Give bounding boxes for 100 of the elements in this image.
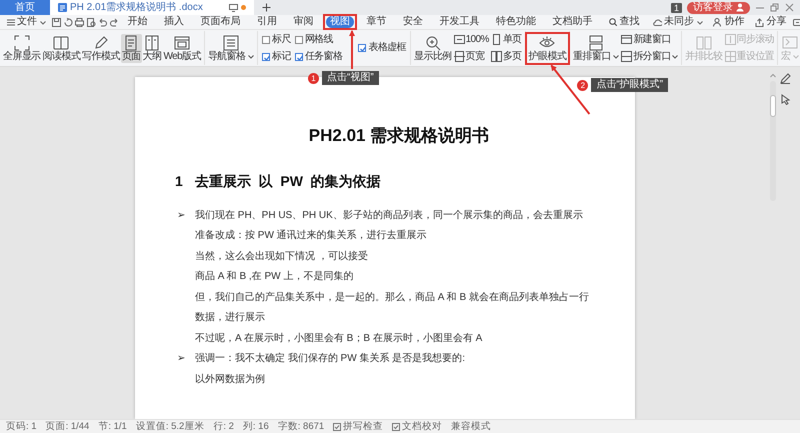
- ribbon-button[interactable]: 导航窗格: [206, 34, 255, 62]
- caret-icon: [793, 54, 800, 58]
- checkbox[interactable]: [262, 36, 270, 44]
- paragraph-text: 不过呢，A 在展示时，小图里会有 B；B 在展示时，小图里会有 A: [195, 332, 482, 346]
- menu-icon: [6, 18, 14, 26]
- ribbon-button[interactable]: 单页: [490, 34, 523, 46]
- outline-icon: [144, 34, 160, 50]
- ribbon-button[interactable]: 拆分窗口: [620, 50, 679, 62]
- checkbox[interactable]: [294, 36, 303, 44]
- paragraph-text: 我们现在 PH、PH US、PH UK、影子站的商品列表，同一个展示集的商品，会去重展示: [195, 208, 583, 222]
- menu-tab[interactable]: 引用: [253, 16, 281, 28]
- checkbox-label: 网格线: [304, 34, 333, 46]
- menu-tab[interactable]: 开始: [124, 16, 152, 28]
- ribbon-button[interactable]: 新建窗口: [620, 34, 679, 46]
- toolbar-button[interactable]: 协作: [709, 16, 748, 28]
- book-icon: [53, 34, 70, 50]
- caret-icon: [40, 20, 46, 24]
- web-page-icon: [174, 34, 190, 50]
- heading-text: 去重展示 以 PW 的集为依据: [194, 172, 381, 190]
- paragraph-text: 准备改成：按 PW 通讯过来的集关系，进行去重展示: [195, 228, 427, 243]
- restore-icon[interactable]: [770, 3, 780, 12]
- caret-icon: [248, 54, 254, 58]
- paragraph-text: 数据，进行展示: [195, 310, 265, 325]
- new-window-icon: [621, 34, 632, 45]
- save-icon[interactable]: [52, 18, 61, 26]
- status-item: 行: 2: [213, 420, 234, 433]
- scroll-up-icon[interactable]: [770, 73, 776, 78]
- multi-page-icon: [490, 51, 502, 62]
- paragraph-text: 以外网数据为例: [195, 372, 265, 386]
- login-button[interactable]: 访客登录: [687, 2, 750, 14]
- bullet-marker: ➢: [177, 352, 185, 366]
- plus-icon[interactable]: [262, 3, 271, 12]
- ribbon-button[interactable]: 页面: [120, 34, 142, 62]
- menu-tab[interactable]: 开发工具: [436, 16, 484, 28]
- print-preview-icon[interactable]: [86, 18, 96, 26]
- tab[interactable]: 首页: [0, 0, 50, 15]
- checkbox-label: 标尺: [272, 34, 291, 46]
- menu-tab[interactable]: 文档助手: [548, 16, 596, 28]
- caret-icon: [696, 20, 702, 24]
- menu-tab[interactable]: 章节: [362, 16, 390, 28]
- tab[interactable]: PH 2.01需求规格说明书 .docx: [50, 0, 254, 15]
- checkbox-label: 标记: [272, 50, 291, 62]
- ribbon-button[interactable]: 100%: [452, 34, 490, 46]
- paragraph-text: 但，我们自己的产品集关系中，是一起的。那么，商品 A 和 B 就会在商品列表单独占一行: [195, 290, 589, 304]
- checkbox[interactable]: [358, 44, 366, 52]
- ribbon-button[interactable]: 显示比例: [412, 34, 453, 62]
- zoom-icon: [424, 34, 441, 50]
- status-item: 页面: 1/44: [46, 420, 90, 433]
- ribbon-button[interactable]: 全屏显示: [2, 34, 42, 62]
- menu-tab[interactable]: 页面布局: [196, 16, 244, 28]
- checkbox[interactable]: [294, 52, 303, 60]
- print-icon[interactable]: [75, 18, 84, 26]
- pen-icon: [93, 34, 110, 50]
- checkbox[interactable]: [262, 52, 270, 60]
- cursor-icon[interactable]: [780, 94, 791, 105]
- file-menu[interactable]: 文件: [2, 16, 50, 28]
- menu-tab[interactable]: 视图: [326, 16, 354, 28]
- page-icon: [123, 34, 140, 50]
- menu-tab[interactable]: 审阅: [290, 16, 318, 28]
- menu-tab[interactable]: 特色功能: [492, 16, 540, 28]
- scrollbar-thumb[interactable]: [770, 94, 776, 116]
- status-item: 兼容模式: [451, 420, 492, 433]
- close-icon[interactable]: [785, 3, 795, 12]
- status-item: 列: 16: [242, 420, 269, 433]
- ribbon-button[interactable]: 护眼模式: [528, 34, 568, 62]
- side-by-side-icon: [696, 34, 712, 50]
- checkbox-label: 表格虚框: [368, 42, 406, 54]
- reset-position-icon: [724, 51, 736, 62]
- ribbon-button[interactable]: 多页: [490, 50, 523, 62]
- ribbon-button[interactable]: 阅读模式: [42, 34, 82, 62]
- heading-number: 1: [175, 172, 183, 190]
- toolbar-button[interactable]: 分享: [751, 16, 790, 28]
- bullet-marker: ➢: [177, 208, 185, 222]
- ribbon-button[interactable]: 大纲: [142, 34, 162, 62]
- step-number: 1: [308, 72, 319, 84]
- ribbon-button[interactable]: 写作模式: [81, 34, 121, 62]
- search-button[interactable]: 查找: [605, 16, 644, 28]
- menu-tab[interactable]: 插入: [160, 16, 188, 28]
- menu-tab[interactable]: 安全: [399, 16, 427, 28]
- toolbar-button[interactable]: 未同步: [648, 16, 706, 28]
- undo-icon[interactable]: [98, 18, 107, 26]
- ribbon-button[interactable]: 页宽: [452, 50, 490, 62]
- arrow: [349, 30, 355, 69]
- caret-icon: [613, 54, 620, 58]
- ribbon-button[interactable]: Web版式: [162, 34, 202, 62]
- modified-dot: [240, 5, 246, 10]
- callout-label: 点击“视图”: [322, 71, 379, 85]
- redo-icon[interactable]: [110, 18, 118, 26]
- status-item: 节: 1/1: [98, 420, 127, 433]
- check-square-icon: [392, 422, 400, 430]
- document-title: PH2.01 需求规格说明书: [308, 125, 490, 147]
- pen-icon[interactable]: [780, 73, 791, 84]
- notification-count[interactable]: 1: [670, 2, 682, 12]
- page-width-icon: [454, 51, 465, 62]
- scrollbar[interactable]: [770, 80, 776, 200]
- ribbon-button[interactable]: 重排窗口: [572, 34, 620, 62]
- paragraph-text: 强调一：我不太确定 我们保存的 PW 集关系 是否是我想要的:: [195, 352, 465, 366]
- status-button[interactable]: 拼写检查: [333, 420, 384, 433]
- status-button[interactable]: 文档校对: [392, 420, 442, 433]
- arrow: [550, 64, 590, 115]
